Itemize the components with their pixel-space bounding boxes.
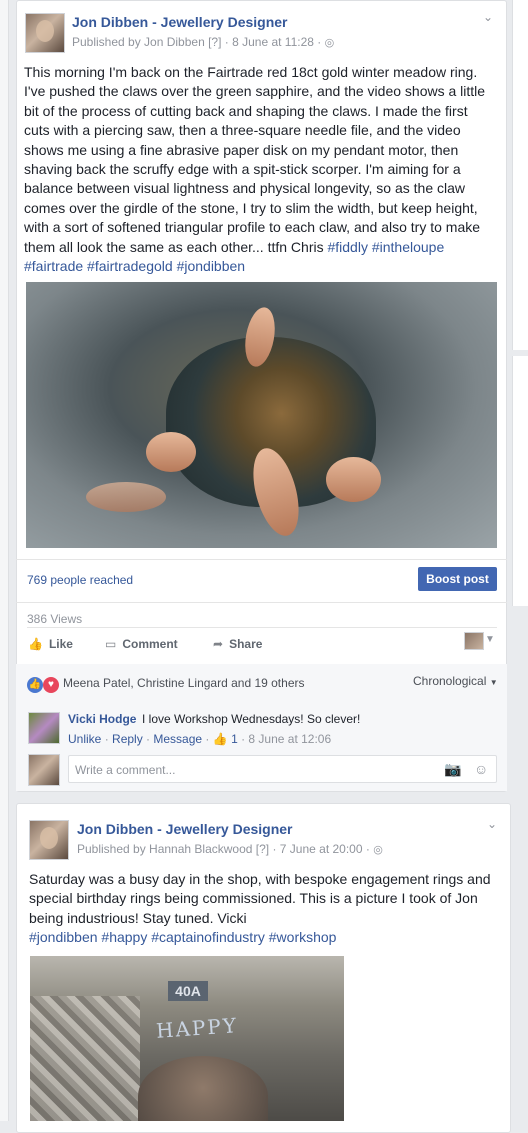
author-name[interactable]: Jon Dibben - Jewellery Designer [72, 14, 288, 30]
message-link[interactable]: Message [153, 732, 202, 746]
hashtag-link[interactable]: #captainofindustry [151, 929, 265, 945]
post-photo[interactable]: 40A HAPPY [30, 956, 344, 1121]
like-icon: 👍 [28, 637, 43, 651]
comment-order-select[interactable]: Chronological ▼ [413, 674, 498, 688]
shop-sign: 40A [168, 981, 208, 1001]
chevron-down-icon[interactable]: ⌄ [483, 10, 493, 24]
commenter-name[interactable]: Vicki Hodge [68, 712, 136, 726]
write-comment-placeholder: Write a comment... [75, 763, 176, 777]
divider [27, 627, 497, 628]
comment-actions: Unlike · Reply · Message · 👍 1 · 8 June … [68, 732, 332, 746]
like-button[interactable]: 👍 Like [28, 637, 73, 651]
unlike-link[interactable]: Unlike [68, 732, 101, 746]
post-meta: Published by Jon Dibben [?] · 8 June at … [72, 35, 334, 49]
chevron-down-icon[interactable]: ⌄ [487, 817, 497, 831]
comment-icon: ▭ [105, 637, 117, 651]
share-button[interactable]: ➦ Share [213, 637, 262, 651]
camera-icon[interactable]: 📷 [444, 761, 461, 778]
post-body: Saturday was a busy day in the shop, wit… [29, 871, 491, 926]
post-body: This morning I'm back on the Fairtrade r… [24, 64, 486, 255]
caret-down-icon: ▼ [489, 678, 498, 687]
post-meta: Published by Hannah Blackwood [?] · 7 Ju… [77, 842, 383, 856]
claw [326, 457, 381, 502]
chevron-down-icon[interactable]: ▼ [485, 634, 495, 645]
post-text: Saturday was a busy day in the shop, wit… [29, 870, 503, 948]
hashtag-link[interactable]: #fairtrade [24, 258, 83, 274]
globe-icon: ◎ [373, 844, 383, 856]
reply-link[interactable]: Reply [112, 732, 143, 746]
hashtag-link[interactable]: #intheloupe [372, 239, 444, 255]
share-icon: ➦ [213, 637, 224, 651]
left-sidebar-edge [0, 0, 9, 1121]
comment-like-count: 1 [231, 732, 238, 746]
published-by-text: Published by Hannah Blackwood [?] · 7 Ju… [77, 842, 370, 856]
boost-post-button[interactable]: Boost post [418, 567, 497, 591]
comment-text: I love Workshop Wednesdays! So clever! [142, 712, 361, 726]
author-name[interactable]: Jon Dibben - Jewellery Designer [77, 821, 293, 837]
hashtag-link[interactable]: #workshop [269, 929, 337, 945]
post-video[interactable] [26, 282, 497, 548]
love-reaction-icon: ♥ [43, 677, 59, 693]
right-panel [512, 0, 528, 350]
commenter-avatar[interactable] [28, 712, 60, 744]
reach-count[interactable]: 769 people reached [27, 573, 133, 587]
hashtag-link[interactable]: #jondibben [177, 258, 246, 274]
pinboard [30, 996, 140, 1121]
my-avatar [28, 754, 60, 786]
page-avatar-selector[interactable] [464, 632, 484, 650]
post-text: This morning I'm back on the Fairtrade r… [24, 63, 494, 276]
divider [16, 559, 507, 560]
jeweller-at-bench [138, 1056, 268, 1121]
hashtag-link[interactable]: #fiddly [327, 239, 367, 255]
like-label: Like [48, 637, 73, 651]
comment-time[interactable]: 8 June at 12:06 [248, 732, 331, 746]
hashtag-link[interactable]: #happy [101, 929, 147, 945]
write-comment-field[interactable]: Write a comment... 📷 ☺ [68, 755, 497, 783]
comment-button[interactable]: ▭ Comment [105, 637, 178, 651]
views-count: 386 Views [27, 612, 83, 626]
reaction-names[interactable]: Meena Patel, Christine Lingard and 19 ot… [63, 676, 304, 690]
share-label: Share [229, 637, 263, 651]
happy-banner: HAPPY [155, 1013, 239, 1043]
comment-label: Comment [122, 637, 178, 651]
like-icon: 👍 [212, 732, 228, 746]
order-label: Chronological [413, 674, 487, 688]
divider [16, 602, 507, 603]
claw [86, 482, 166, 512]
author-avatar[interactable] [25, 13, 65, 53]
claw [146, 432, 196, 472]
published-by-text: Published by Jon Dibben [?] · 8 June at … [72, 35, 322, 49]
hashtag-link[interactable]: #fairtradegold [87, 258, 173, 274]
author-avatar[interactable] [29, 820, 69, 860]
right-panel-2 [512, 356, 528, 606]
globe-icon: ◎ [324, 37, 335, 49]
hashtag-link[interactable]: #jondibben [29, 929, 98, 945]
emoji-icon[interactable]: ☺ [474, 761, 488, 777]
like-reaction-icon: 👍 [27, 677, 43, 693]
